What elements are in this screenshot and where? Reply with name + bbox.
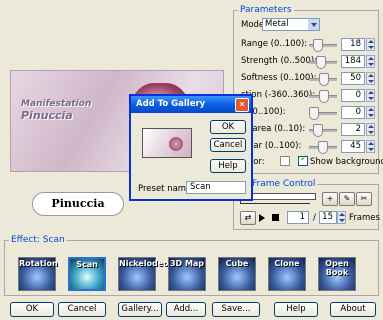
play-icon[interactable] [259, 214, 265, 222]
dialog-title-bar[interactable]: Add To Gallery ✕ [131, 96, 251, 113]
frame-number-input[interactable]: 1 [287, 211, 309, 224]
cancel-button[interactable]: Cancel [58, 302, 106, 317]
param-value-input[interactable]: 0 [341, 89, 365, 102]
stop-icon[interactable] [272, 214, 279, 221]
save-button[interactable]: Save... [212, 302, 260, 317]
mode-label: Mode [241, 20, 265, 30]
add-keyframe-button[interactable]: + [322, 192, 338, 206]
preset-name-input[interactable]: Scan [186, 181, 246, 194]
param-spinner[interactable] [366, 38, 375, 51]
total-frames-spinner[interactable] [337, 211, 346, 224]
effect-tile[interactable]: Clone [268, 257, 306, 291]
param-spinner[interactable] [366, 123, 375, 136]
effect-tile-label: Cube [225, 259, 249, 268]
chevron-down-icon[interactable] [308, 19, 319, 30]
effect-tile[interactable]: Nickelodeon [118, 257, 175, 291]
dialog-ok-button[interactable]: OK [210, 120, 246, 134]
dialog-thumbnail [142, 128, 192, 158]
show-background-checkbox[interactable]: ✓ [298, 154, 308, 166]
edit-keyframe-button[interactable]: ✎ [339, 192, 355, 206]
param-slider-thumb[interactable] [316, 56, 327, 69]
effect-tile[interactable]: 3D Map [168, 257, 206, 291]
effect-tile-label: 3D Map [169, 259, 205, 268]
color-swatch[interactable] [280, 156, 290, 166]
param-label: Softness (0..100): [241, 73, 317, 83]
delete-keyframe-button[interactable]: ✂ [356, 192, 372, 206]
effect-tile[interactable]: Scan [68, 257, 106, 291]
param-label: Range (0..100): [241, 39, 308, 49]
param-spinner[interactable] [366, 55, 375, 68]
total-frames-input[interactable]: 15 [319, 211, 337, 224]
effect-tile-label: Clone [274, 259, 300, 268]
frame-control-title: Frame Control [250, 178, 318, 190]
parameters-title: Parameters [238, 4, 294, 16]
param-spinner[interactable] [366, 72, 375, 85]
ok-button[interactable]: OK [10, 302, 54, 317]
param-slider-thumb[interactable] [312, 39, 323, 52]
param-value-input[interactable]: 18 [341, 38, 365, 51]
dialog-help-button[interactable]: Help [210, 159, 246, 173]
param-spinner[interactable] [366, 89, 375, 102]
mode-select-value: Metal [265, 19, 289, 29]
effect-tile-label: Scan [76, 260, 98, 269]
effect-tile[interactable]: Rotation [18, 257, 58, 291]
param-value-input[interactable]: 184 [341, 55, 365, 68]
add-button[interactable]: Add... [166, 302, 206, 317]
gallery-button[interactable]: Gallery... [118, 302, 162, 317]
effects-title: Effect: Scan [9, 234, 67, 246]
param-slider-thumb[interactable] [309, 107, 319, 120]
param-value-input[interactable]: 50 [341, 72, 365, 85]
param-value-input[interactable]: 0 [341, 106, 365, 119]
param-spinner[interactable] [366, 106, 375, 119]
effect-tile-label: Open Book [325, 259, 349, 277]
param-slider-thumb[interactable] [319, 90, 329, 103]
help-button[interactable]: Help [274, 302, 318, 317]
preview-watermark: Manifestation Pinuccia [21, 99, 121, 122]
param-value-input[interactable]: 45 [341, 140, 365, 153]
loop-icon[interactable]: ⇄ [240, 211, 256, 225]
frames-label: Frames [349, 213, 380, 223]
frame-of-label: / [313, 213, 316, 223]
show-background-label: Show background [310, 157, 383, 167]
watermark-line-1: Manifestation [21, 99, 92, 109]
param-slider-thumb[interactable] [318, 141, 328, 154]
effect-tile[interactable]: Cube [218, 257, 256, 291]
about-button[interactable]: About [330, 302, 376, 317]
param-slider-thumb[interactable] [319, 73, 329, 86]
param-label: Strength (0..500): [241, 56, 318, 66]
check-icon: ✓ [300, 154, 308, 164]
effect-tile-label: Nickelodeon [119, 259, 175, 268]
dialog-cancel-button[interactable]: Cancel [210, 138, 246, 152]
preset-name-value: Scan [190, 182, 211, 192]
close-icon[interactable]: ✕ [235, 98, 249, 112]
dialog-title: Add To Gallery [136, 99, 206, 109]
pinuccia-logo: Pinuccia [32, 192, 124, 216]
mode-select[interactable]: Metal [262, 18, 320, 31]
add-to-gallery-dialog: Add To Gallery ✕ OK Cancel Help Preset n… [129, 94, 253, 201]
param-spinner[interactable] [366, 140, 375, 153]
param-slider-thumb[interactable] [313, 124, 323, 137]
effect-tile[interactable]: Open Book [318, 257, 356, 291]
effect-tile-label: Rotation [19, 259, 58, 268]
param-value-input[interactable]: 2 [341, 123, 365, 136]
watermark-line-2: Pinuccia [21, 109, 73, 122]
